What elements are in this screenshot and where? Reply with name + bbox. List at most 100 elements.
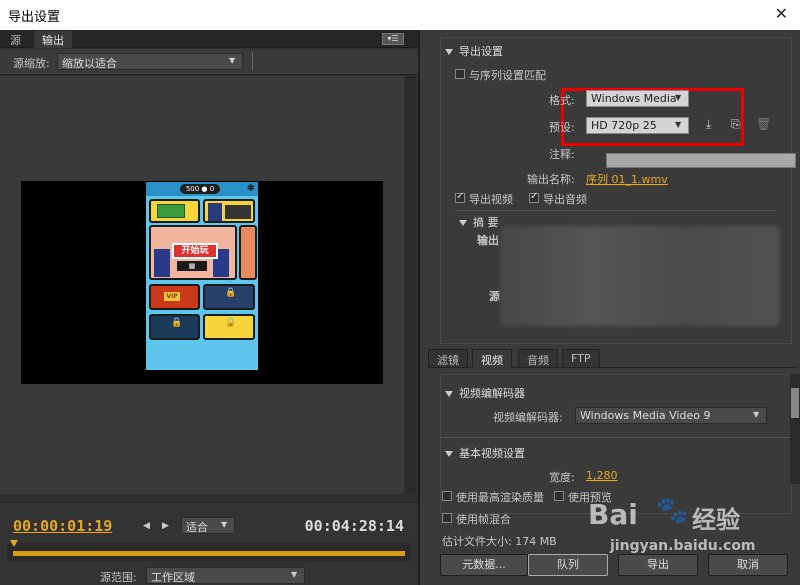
match-sequence-label: 与序列设置匹配 <box>469 69 546 82</box>
export-settings-title: 导出设置 <box>459 45 503 58</box>
source-range-dropdown[interactable]: 工作区域 ▼ <box>146 567 305 584</box>
mark-out-icon[interactable]: ▶ <box>162 521 169 531</box>
cancel-button[interactable]: 取消 <box>708 554 788 576</box>
chevron-down-icon: ▼ <box>675 93 682 102</box>
output-name-link[interactable]: 序列 01_1.wmv <box>586 171 668 187</box>
collapse-triangle-icon <box>445 451 453 457</box>
game-card-side <box>239 225 257 280</box>
save-preset-icon[interactable]: ⤓ <box>706 117 711 132</box>
max-render-quality-checkbox[interactable] <box>442 491 452 501</box>
collapse-triangle-icon <box>445 391 453 397</box>
export-audio-checkbox[interactable] <box>529 191 539 203</box>
export-video-label: 导出视频 <box>469 193 513 206</box>
use-preview-checkbox[interactable] <box>554 491 564 501</box>
game-screenshot: 500 ● 0 ✱ ▦ 开始玩 VIP 🔒 🔒 🔒 <box>146 182 258 370</box>
game-card <box>203 199 255 223</box>
output-name-label: 输出名称: <box>527 173 575 186</box>
chevron-down-icon: ▼ <box>229 56 236 65</box>
game-card <box>149 199 200 223</box>
video-codec-value: Windows Media Video 9 <box>580 409 711 422</box>
start-game-label: 开始玩 <box>172 243 218 259</box>
tab-video[interactable]: 视频 <box>472 349 512 368</box>
tab-filters[interactable]: 滤镜 <box>428 349 468 368</box>
gear-icon: ✱ <box>246 183 255 194</box>
collapse-triangle-icon <box>445 49 453 55</box>
collapse-triangle-icon <box>459 220 467 226</box>
divider <box>455 210 775 211</box>
queue-button[interactable]: 队列 <box>528 554 608 576</box>
coin-counter: 500 ● 0 <box>180 184 220 194</box>
fit-dropdown[interactable]: 适合 ▼ <box>181 517 235 534</box>
format-label: 格式: <box>549 94 575 107</box>
frame-blending-checkbox[interactable] <box>442 513 452 523</box>
metadata-button[interactable]: 元数据... <box>440 554 528 576</box>
blurred-summary <box>500 226 780 326</box>
locked-card: 🔒 <box>203 284 255 310</box>
work-area-bar[interactable] <box>13 551 405 556</box>
lock-icon: 🔒 <box>225 318 237 328</box>
video-codec-label: 视频编解码器: <box>493 411 563 424</box>
use-preview-label: 使用预览 <box>568 491 612 504</box>
settings-tab-bar: 滤镜 视频 音频 FTP <box>428 348 798 368</box>
source-scale-value: 缩放以适合 <box>62 57 117 70</box>
preset-value: HD 720p 25 <box>591 119 657 132</box>
video-codec-header[interactable]: 视频编解码器 <box>445 385 525 401</box>
basic-video-header[interactable]: 基本视频设置 <box>445 445 525 461</box>
width-value[interactable]: 1,280 <box>586 469 618 482</box>
close-icon[interactable]: ✕ <box>775 4 788 23</box>
divider <box>441 437 791 438</box>
export-settings-header[interactable]: 导出设置 <box>445 43 503 59</box>
source-scale-dropdown[interactable]: 缩放以适合 ▼ <box>57 53 243 70</box>
source-range-label: 源范围: <box>100 571 137 584</box>
playhead-icon[interactable] <box>10 540 18 547</box>
window-title: 导出设置 <box>8 10 61 25</box>
divider <box>252 52 253 70</box>
chevron-down-icon: ▼ <box>753 410 760 419</box>
tab-audio[interactable]: 音频 <box>518 349 558 368</box>
vip-badge: VIP <box>164 292 180 301</box>
left-panel: 源 输出 ▾☰ 源缩放: 缩放以适合 ▼ 500 ● 0 ✱ ▦ 开始玩 VIP… <box>0 30 418 585</box>
video-codec-dropdown[interactable]: Windows Media Video 9 ▼ <box>575 407 767 424</box>
export-video-checkbox[interactable] <box>455 191 465 203</box>
settings-scrollbar[interactable] <box>790 374 800 484</box>
lock-icon: 🔒 <box>225 288 237 298</box>
video-codec-title: 视频编解码器 <box>459 387 525 400</box>
mark-in-icon[interactable]: ◀ <box>143 521 150 531</box>
chevron-down-icon: ▼ <box>291 570 298 579</box>
preview-vertical-scrollbar[interactable] <box>406 76 416 494</box>
format-dropdown[interactable]: Windows Media ▼ <box>586 90 689 107</box>
chevron-down-icon: ▼ <box>675 120 682 129</box>
locked-card: 🔒 <box>203 314 255 340</box>
game-top-bar: 500 ● 0 ✱ <box>146 182 258 196</box>
basic-video-title: 基本视频设置 <box>459 447 525 460</box>
match-sequence-checkbox[interactable] <box>455 69 465 79</box>
summary-header[interactable]: 摘 要 <box>459 214 499 230</box>
timeline-area: 00:00:01:19 ◀ ▶ 适合 ▼ 00:04:28:14 源范围: 工作… <box>0 502 418 585</box>
export-button[interactable]: 导出 <box>618 554 698 576</box>
chevron-down-icon: ▼ <box>221 520 228 529</box>
frame-blending-label: 使用帧混合 <box>456 513 511 526</box>
summary-title: 摘 要 <box>473 216 499 229</box>
tab-ftp[interactable]: FTP <box>562 349 600 368</box>
file-size-estimate: 估计文件大小: 174 MB <box>442 535 557 548</box>
panel-menu-icon[interactable]: ▾☰ <box>382 33 404 45</box>
preset-dropdown[interactable]: HD 720p 25 ▼ <box>586 117 689 134</box>
format-value: Windows Media <box>591 92 677 105</box>
source-range-value: 工作区域 <box>151 571 195 584</box>
max-render-quality-label: 使用最高渲染质量 <box>456 491 544 504</box>
delete-preset-icon[interactable]: 🗑 <box>756 117 771 131</box>
tab-output[interactable]: 输出 <box>34 31 72 48</box>
comment-field[interactable] <box>606 153 796 168</box>
preset-label: 预设: <box>549 121 575 134</box>
source-scale-label: 源缩放: <box>13 57 50 70</box>
scrollbar-thumb[interactable] <box>791 388 799 418</box>
import-preset-icon[interactable]: ⎘ <box>731 117 741 132</box>
locked-card: 🔒 <box>149 314 200 340</box>
source-scale-row: 源缩放: 缩放以适合 ▼ <box>0 49 418 75</box>
fit-value: 适合 <box>186 521 208 534</box>
lock-icon: 🔒 <box>171 318 183 328</box>
tab-source[interactable]: 源 <box>2 31 29 48</box>
left-tab-bar: 源 输出 ▾☰ <box>0 30 418 48</box>
export-audio-label: 导出音频 <box>543 193 587 206</box>
current-timecode[interactable]: 00:00:01:19 <box>13 517 112 535</box>
